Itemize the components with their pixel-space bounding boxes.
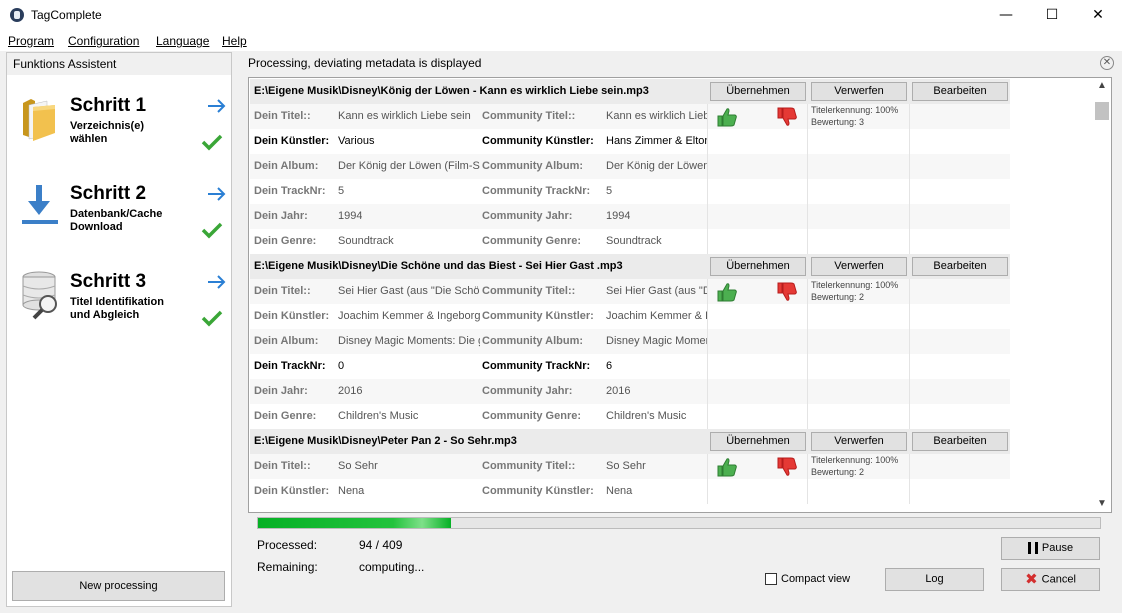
thumb-up-icon[interactable] <box>716 457 738 477</box>
remaining-label: Remaining: <box>257 560 318 574</box>
table-row: Dein Genre: Children's Music Community G… <box>250 404 1010 429</box>
scroll-up-arrow[interactable]: ▲ <box>1094 80 1110 94</box>
step-2[interactable]: Schritt 2 Datenbank/Cache Download <box>21 183 231 263</box>
step-3-title: Schritt 3 <box>70 271 147 292</box>
table-row: Dein TrackNr: 0 Community TrackNr: 6 <box>250 354 1010 379</box>
identification-info: Titelerkennung: 100% Bewertung: 2 <box>811 280 899 302</box>
panel-title: Funktions Assistent <box>7 53 231 75</box>
discard-button[interactable]: Verwerfen <box>811 432 907 451</box>
step-3-subtitle: Titel Identifikation und Abgleich <box>70 296 164 321</box>
step-1-subtitle: Verzeichnis(e) wählen <box>70 120 144 145</box>
identification-info: Titelerkennung: 100% Bewertung: 3 <box>811 105 899 127</box>
scroll-down-arrow[interactable]: ▼ <box>1094 498 1110 512</box>
folder-icon <box>23 99 55 141</box>
accept-button[interactable]: Übernehmen <box>710 82 806 101</box>
table-row: Dein Genre: Soundtrack Community Genre: … <box>250 229 1010 254</box>
thumb-down-icon[interactable] <box>776 282 798 302</box>
processed-value: 94 / 409 <box>359 538 403 552</box>
pause-button[interactable]: Pause <box>1001 537 1100 560</box>
close-panel-icon[interactable]: ✕ <box>1100 56 1114 70</box>
download-icon <box>22 185 58 224</box>
table-row: Dein Album: Disney Magic Moments: Die gr… <box>250 329 1010 354</box>
close-button[interactable]: ✕ <box>1075 0 1121 31</box>
processing-header: Processing, deviating metadata is displa… <box>248 56 482 70</box>
step-1-title: Schritt 1 <box>70 95 147 116</box>
edit-button[interactable]: Bearbeiten <box>912 432 1008 451</box>
compact-view-checkbox[interactable] <box>765 573 777 585</box>
title-bar: TagComplete — ☐ ✕ <box>0 0 1122 31</box>
processed-label: Processed: <box>257 538 318 552</box>
table-row: Dein Jahr: 1994 Community Jahr: 1994 <box>250 204 1010 229</box>
check-icon <box>201 222 223 239</box>
minimize-button[interactable]: — <box>983 0 1029 31</box>
maximize-button[interactable]: ☐ <box>1029 0 1075 31</box>
file-path-row: E:\Eigene Musik\Disney\Peter Pan 2 - So … <box>250 429 1010 454</box>
table-row: Dein Künstler: Various Community Künstle… <box>250 129 1010 154</box>
step-2-title: Schritt 2 <box>70 183 147 204</box>
file-path-row: E:\Eigene Musik\Disney\König der Löwen -… <box>250 79 1010 104</box>
check-icon <box>201 310 223 327</box>
file-block: E:\Eigene Musik\Disney\König der Löwen -… <box>250 79 1010 254</box>
table-row: Dein Titel:: Kann es wirklich Liebe sein… <box>250 104 1010 129</box>
discard-button[interactable]: Verwerfen <box>811 257 907 276</box>
arrow-right-icon <box>208 187 226 201</box>
scrollbar-thumb[interactable] <box>1095 102 1109 120</box>
table-row: Dein Künstler: Joachim Kemmer & Ingeborg… <box>250 304 1010 329</box>
step-1[interactable]: Schritt 1 Verzeichnis(e) wählen <box>21 95 231 175</box>
step-3[interactable]: Schritt 3 Titel Identifikation und Abgle… <box>21 271 231 351</box>
table-row: Dein Album: Der König der Löwen (Film-So… <box>250 154 1010 179</box>
menu-bar: Program Configuration Language Help <box>0 31 1122 51</box>
menu-language[interactable]: Language <box>156 34 209 48</box>
remaining-value: computing... <box>359 560 425 574</box>
progress-fill <box>258 518 452 528</box>
table-row: Dein Künstler: Nena Community Künstler: … <box>250 479 1010 504</box>
pause-icon <box>1027 542 1038 555</box>
edit-button[interactable]: Bearbeiten <box>912 82 1008 101</box>
table-row: Dein TrackNr: 5 Community TrackNr: 5 <box>250 179 1010 204</box>
thumb-up-icon[interactable] <box>716 282 738 302</box>
file-path: E:\Eigene Musik\Disney\Peter Pan 2 - So … <box>254 435 517 447</box>
progress-bar <box>257 517 1101 529</box>
compact-view-label: Compact view <box>781 573 851 585</box>
accept-button[interactable]: Übernehmen <box>710 257 806 276</box>
edit-button[interactable]: Bearbeiten <box>912 257 1008 276</box>
file-block: E:\Eigene Musik\Disney\Die Schöne und da… <box>250 254 1010 429</box>
window-title: TagComplete <box>31 8 102 22</box>
menu-program[interactable]: Program <box>8 34 54 48</box>
file-path: E:\Eigene Musik\Disney\König der Löwen -… <box>254 85 649 97</box>
accept-button[interactable]: Übernehmen <box>710 432 806 451</box>
table-row: Dein Titel:: Sei Hier Gast (aus "Die Sch… <box>250 279 1010 304</box>
cancel-icon: ✖ <box>1025 571 1038 588</box>
file-path-row: E:\Eigene Musik\Disney\Die Schöne und da… <box>250 254 1010 279</box>
metadata-list: E:\Eigene Musik\Disney\König der Löwen -… <box>248 77 1112 513</box>
database-search-icon <box>22 271 57 320</box>
check-icon <box>201 134 223 151</box>
menu-help[interactable]: Help <box>222 34 247 48</box>
thumb-down-icon[interactable] <box>776 457 798 477</box>
arrow-right-icon <box>208 99 226 113</box>
app-icon <box>10 8 24 22</box>
identification-info: Titelerkennung: 100% Bewertung: 2 <box>811 455 899 477</box>
function-assistant-panel: Funktions Assistent Schritt 1 Verzeichni… <box>6 52 232 607</box>
log-button[interactable]: Log <box>885 568 984 591</box>
table-row: Dein Jahr: 2016 Community Jahr: 2016 <box>250 379 1010 404</box>
arrow-right-icon <box>208 275 226 289</box>
thumb-up-icon[interactable] <box>716 107 738 127</box>
table-row: Dein Titel:: So Sehr Community Titel:: S… <box>250 454 1010 479</box>
discard-button[interactable]: Verwerfen <box>811 82 907 101</box>
file-block: E:\Eigene Musik\Disney\Peter Pan 2 - So … <box>250 429 1010 512</box>
step-2-subtitle: Datenbank/Cache Download <box>70 208 163 233</box>
file-path: E:\Eigene Musik\Disney\Die Schöne und da… <box>254 260 623 272</box>
thumb-down-icon[interactable] <box>776 107 798 127</box>
cancel-button[interactable]: ✖ Cancel <box>1001 568 1100 591</box>
new-processing-button[interactable]: New processing <box>12 571 225 601</box>
menu-configuration[interactable]: Configuration <box>68 34 139 48</box>
